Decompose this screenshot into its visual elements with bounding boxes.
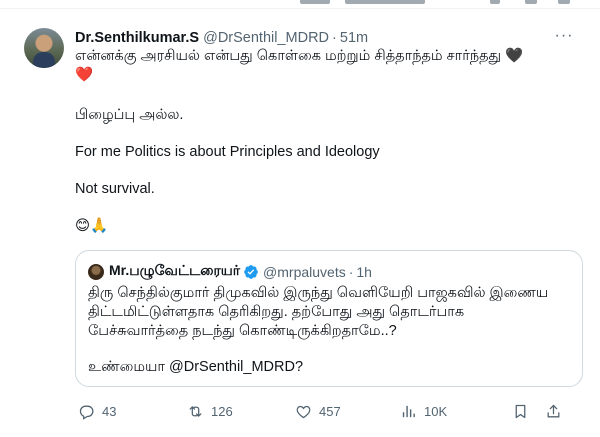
like-icon <box>296 405 311 418</box>
author-name[interactable]: Dr.Senthilkumar.S <box>75 30 199 46</box>
tweet-text-line: என்னக்கு அரசியல் என்பது கொள்கை மற்றும் ச… <box>75 48 524 83</box>
views-icon <box>402 405 415 417</box>
author-handle[interactable]: @DrSenthil_MDRD <box>203 30 329 46</box>
quoted-author-avatar[interactable] <box>88 263 104 280</box>
black-heart-emoji: 🖤 <box>505 48 524 64</box>
quoted-author-handle[interactable]: @mrpaluvets <box>263 264 346 280</box>
separator-dot: · <box>348 263 354 280</box>
previous-tweet-edge <box>0 0 600 9</box>
bookmark-button[interactable] <box>512 400 536 422</box>
tweet-text: என்னக்கு அரசியல் என்பது கொள்கை மற்றும் ச… <box>75 47 575 234</box>
verified-icon <box>243 264 259 280</box>
quoted-tweet-time: 1h <box>356 263 372 280</box>
like-count: 457 <box>319 403 341 419</box>
tweet-emojis: 😊🙏 <box>75 218 109 234</box>
tweet-text-line: Not survival. <box>75 181 155 197</box>
previous-tweet-fragment <box>525 0 537 4</box>
quoted-tweet[interactable]: Mr.பழுவேட்டரையர் @mrpaluvets · 1h திரு ச… <box>75 250 583 387</box>
share-button[interactable] <box>545 400 569 422</box>
share-icon <box>547 404 560 417</box>
quoted-tweet-header: Mr.பழுவேட்டரையர் @mrpaluvets · 1h <box>88 262 372 281</box>
author-avatar[interactable] <box>24 28 64 68</box>
tweet-time[interactable]: 51m <box>340 30 368 46</box>
separator-dot: · <box>332 30 337 46</box>
previous-tweet-fragment <box>490 0 500 4</box>
reply-icon <box>79 405 94 420</box>
tweet-actions: 43 126 457 10K <box>75 400 583 422</box>
previous-tweet-fragment <box>300 0 330 4</box>
more-icon[interactable]: ··· <box>554 26 574 46</box>
red-heart-emoji: ❤️ <box>75 67 94 83</box>
repost-icon <box>189 405 202 417</box>
quoted-author-name[interactable]: Mr.பழுவேட்டரையர் <box>109 262 240 281</box>
tweet-text-line: பிழைப்பு அல்ல. <box>75 107 184 123</box>
previous-tweet-fragment <box>345 0 425 4</box>
repost-button[interactable]: 126 <box>187 400 233 422</box>
views-count: 10K <box>424 403 448 419</box>
tweet-text-line: For me Politics is about Principles and … <box>75 144 380 160</box>
reply-button[interactable]: 43 <box>78 400 116 422</box>
like-button[interactable]: 457 <box>295 400 341 422</box>
bookmark-icon <box>515 404 526 418</box>
quoted-tweet-text: திரு செந்தில்குமார் திமுகவில் இருந்து வெ… <box>88 285 549 339</box>
previous-tweet-fragment <box>558 0 570 4</box>
quoted-tweet-text-2: உண்மையா @DrSenthil_MDRD? <box>88 359 304 375</box>
views-button[interactable]: 10K <box>400 400 447 422</box>
tweet-header: Dr.Senthilkumar.S @DrSenthil_MDRD · 51m <box>75 28 570 48</box>
repost-count: 126 <box>211 403 233 419</box>
reply-count: 43 <box>102 403 117 419</box>
